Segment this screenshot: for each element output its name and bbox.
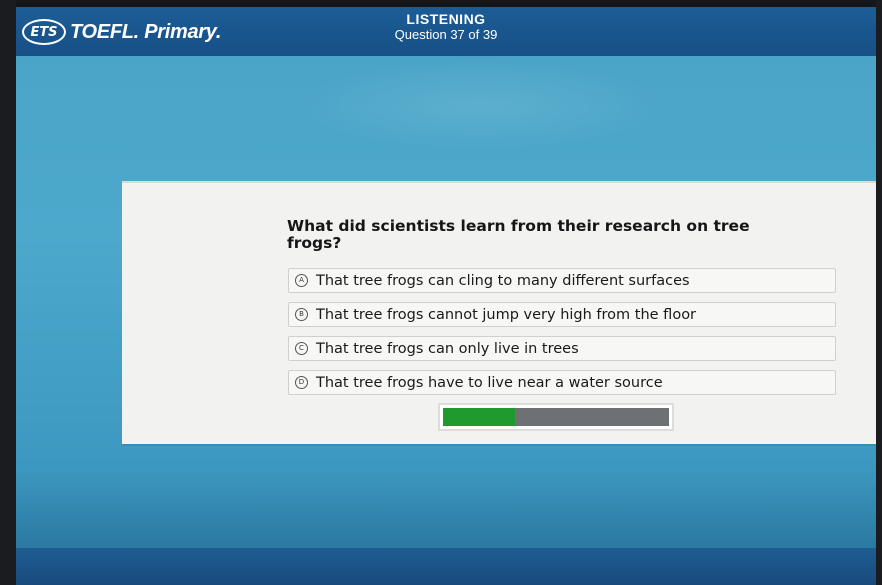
option-c-text: That tree frogs can only live in trees [316, 340, 579, 357]
header-bar: ETS TOEFL. Primary. LISTENING Question 3… [16, 7, 876, 56]
footer-bar [16, 548, 876, 585]
option-a-circle-icon: A [295, 274, 308, 287]
option-d-circle-icon: D [295, 376, 308, 389]
test-screen: ETS TOEFL. Primary. LISTENING Question 3… [0, 0, 882, 585]
option-d-text: That tree frogs have to live near a wate… [316, 374, 663, 391]
audio-progress-fill [443, 408, 516, 426]
question-prompt: What did scientists learn from their res… [287, 217, 750, 252]
option-b-text: That tree frogs cannot jump very high fr… [316, 306, 697, 323]
answer-option-c[interactable]: C That tree frogs can only live in trees [288, 336, 836, 361]
section-info: LISTENING Question 37 of 39 [16, 11, 876, 43]
answer-option-a[interactable]: A That tree frogs can cling to many diff… [288, 268, 836, 293]
option-c-circle-icon: C [295, 342, 308, 355]
screen-glare [290, 60, 670, 150]
answer-option-d[interactable]: D That tree frogs have to live near a wa… [288, 370, 836, 395]
answer-options: A That tree frogs can cling to many diff… [288, 268, 836, 404]
question-counter: Question 37 of 39 [394, 27, 498, 42]
option-a-text: That tree frogs can cling to many differ… [316, 272, 690, 289]
monitor-bezel-top [0, 0, 882, 7]
audio-progress-bar [438, 403, 674, 431]
option-b-circle-icon: B [295, 308, 308, 321]
monitor-bezel-left [0, 0, 16, 585]
monitor-bezel-right [876, 0, 882, 585]
audio-progress-track [443, 408, 669, 426]
section-title: LISTENING [406, 11, 486, 27]
answer-option-b[interactable]: B That tree frogs cannot jump very high … [288, 302, 836, 327]
question-panel: What did scientists learn from their res… [122, 181, 882, 444]
screen-lower-area [16, 470, 876, 548]
